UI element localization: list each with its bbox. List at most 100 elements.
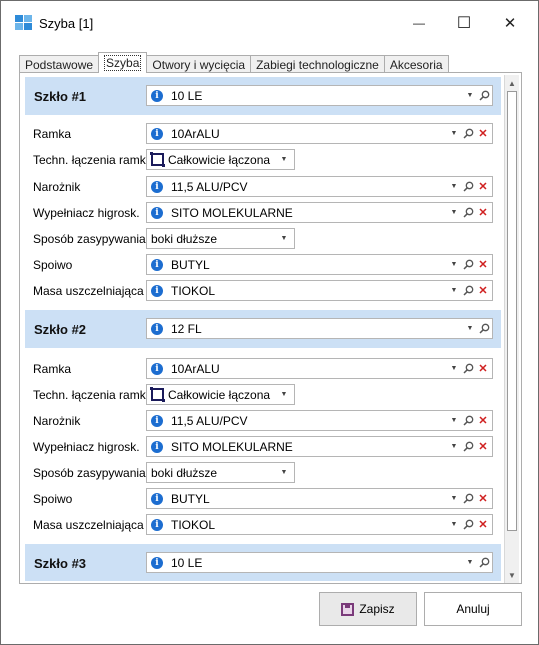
clear-icon[interactable]: ✕ <box>476 284 490 297</box>
search-icon[interactable] <box>476 557 492 568</box>
clear-icon[interactable]: ✕ <box>476 518 490 531</box>
glass-select[interactable]: i 12 FL ▼ <box>146 318 493 339</box>
chevron-down-icon[interactable]: ▼ <box>464 325 476 332</box>
chevron-down-icon[interactable]: ▼ <box>278 391 290 398</box>
glass-select[interactable]: i 10 LE ▼ <box>146 552 493 573</box>
chevron-down-icon[interactable]: ▼ <box>448 209 460 216</box>
window-title: Szyba [1] <box>39 16 94 31</box>
search-icon[interactable] <box>460 415 476 426</box>
dialog-window: Szyba [1] — ☐ ✕ Podstawowe Szyba Otwory … <box>0 0 539 645</box>
search-icon[interactable] <box>476 323 492 334</box>
sposob-select[interactable]: boki dłuższe ▼ <box>146 462 295 483</box>
clear-icon[interactable]: ✕ <box>476 127 490 140</box>
search-icon[interactable] <box>476 90 492 101</box>
field-value: BUTYL <box>171 257 210 272</box>
chevron-down-icon[interactable]: ▼ <box>448 495 460 502</box>
info-icon[interactable]: i <box>151 440 163 453</box>
chevron-down-icon[interactable]: ▼ <box>278 235 290 242</box>
label-techn: Techn. łączenia ramki <box>33 388 149 402</box>
vertical-scrollbar[interactable]: ▲ ▼ <box>504 75 519 583</box>
info-icon[interactable]: i <box>151 322 163 335</box>
scroll-down-icon[interactable]: ▼ <box>505 568 519 582</box>
tab-label: Akcesoria <box>389 57 443 72</box>
search-icon[interactable] <box>460 207 476 218</box>
ramka-field[interactable]: i 10ArALU ▼ ✕ <box>146 358 493 379</box>
search-icon[interactable] <box>460 493 476 504</box>
search-icon[interactable] <box>460 519 476 530</box>
label-ramka: Ramka <box>33 127 72 141</box>
info-icon[interactable]: i <box>151 180 163 193</box>
info-icon[interactable]: i <box>151 362 163 375</box>
info-icon[interactable]: i <box>151 206 163 219</box>
chevron-down-icon[interactable]: ▼ <box>448 365 460 372</box>
wypelniacz-field[interactable]: i SITO MOLEKULARNE ▼ ✕ <box>146 436 493 457</box>
info-icon[interactable]: i <box>151 518 163 531</box>
sposob-select[interactable]: boki dłuższe ▼ <box>146 228 295 249</box>
info-icon[interactable]: i <box>151 284 163 297</box>
wypelniacz-field[interactable]: i SITO MOLEKULARNE ▼ ✕ <box>146 202 493 223</box>
save-button[interactable]: Zapisz <box>319 592 417 626</box>
chevron-down-icon[interactable]: ▼ <box>278 469 290 476</box>
scrollbar-thumb[interactable] <box>507 91 517 531</box>
info-icon[interactable]: i <box>151 556 163 569</box>
clear-icon[interactable]: ✕ <box>476 362 490 375</box>
clear-icon[interactable]: ✕ <box>476 206 490 219</box>
search-icon[interactable] <box>460 259 476 270</box>
naroznik-field[interactable]: i 11,5 ALU/PCV ▼ ✕ <box>146 410 493 431</box>
clear-icon[interactable]: ✕ <box>476 492 490 505</box>
save-button-label: Zapisz <box>359 602 395 616</box>
field-value: 10ArALU <box>171 126 220 141</box>
field-value: 10ArALU <box>171 361 220 376</box>
masa-field[interactable]: i TIOKOL ▼ ✕ <box>146 280 493 301</box>
tab-zabiegi[interactable]: Zabiegi technologiczne <box>250 55 385 73</box>
label-sposob: Sposób zasypywania <box>33 232 146 246</box>
info-icon[interactable]: i <box>151 127 163 140</box>
spoiwo-field[interactable]: i BUTYL ▼ ✕ <box>146 488 493 509</box>
spoiwo-field[interactable]: i BUTYL ▼ ✕ <box>146 254 493 275</box>
tab-otwory[interactable]: Otwory i wycięcia <box>146 55 252 73</box>
techn-select[interactable]: Całkowicie łączona ▼ <box>146 149 295 170</box>
info-icon[interactable]: i <box>151 258 163 271</box>
tab-akcesoria[interactable]: Akcesoria <box>383 55 449 73</box>
techn-select[interactable]: Całkowicie łączona ▼ <box>146 384 295 405</box>
chevron-down-icon[interactable]: ▼ <box>448 287 460 294</box>
info-icon[interactable]: i <box>151 492 163 505</box>
frame-joint-icon <box>150 387 165 402</box>
clear-icon[interactable]: ✕ <box>476 440 490 453</box>
chevron-down-icon[interactable]: ▼ <box>448 417 460 424</box>
clear-icon[interactable]: ✕ <box>476 180 490 193</box>
chevron-down-icon[interactable]: ▼ <box>464 92 476 99</box>
tab-strip: Podstawowe Szyba Otwory i wycięcia Zabie… <box>19 52 449 73</box>
chevron-down-icon[interactable]: ▼ <box>448 183 460 190</box>
masa-field[interactable]: i TIOKOL ▼ ✕ <box>146 514 493 535</box>
tab-label: Podstawowe <box>25 57 94 72</box>
maximize-button[interactable]: ☐ <box>444 9 484 37</box>
chevron-down-icon[interactable]: ▼ <box>448 443 460 450</box>
clear-icon[interactable]: ✕ <box>476 258 490 271</box>
search-icon[interactable] <box>460 441 476 452</box>
label-spoiwo: Spoiwo <box>33 258 73 272</box>
chevron-down-icon[interactable]: ▼ <box>448 261 460 268</box>
title-bar[interactable]: Szyba [1] — ☐ ✕ <box>1 1 538 45</box>
info-icon[interactable]: i <box>151 414 163 427</box>
search-icon[interactable] <box>460 363 476 374</box>
chevron-down-icon[interactable]: ▼ <box>448 521 460 528</box>
clear-icon[interactable]: ✕ <box>476 414 490 427</box>
chevron-down-icon[interactable]: ▼ <box>278 156 290 163</box>
chevron-down-icon[interactable]: ▼ <box>448 130 460 137</box>
close-button[interactable]: ✕ <box>490 9 530 37</box>
tab-szyba[interactable]: Szyba <box>98 52 148 73</box>
search-icon[interactable] <box>460 181 476 192</box>
naroznik-field[interactable]: i 11,5 ALU/PCV ▼ ✕ <box>146 176 493 197</box>
minimize-button[interactable]: — <box>399 9 439 37</box>
search-icon[interactable] <box>460 285 476 296</box>
chevron-down-icon[interactable]: ▼ <box>464 559 476 566</box>
search-icon[interactable] <box>460 128 476 139</box>
glass-select[interactable]: i 10 LE ▼ <box>146 85 493 106</box>
tab-label: Otwory i wycięcia <box>152 57 246 72</box>
tab-podstawowe[interactable]: Podstawowe <box>19 55 100 73</box>
ramka-field[interactable]: i 10ArALU ▼ ✕ <box>146 123 493 144</box>
info-icon[interactable]: i <box>151 89 163 102</box>
scroll-up-icon[interactable]: ▲ <box>505 76 519 90</box>
cancel-button[interactable]: Anuluj <box>424 592 522 626</box>
